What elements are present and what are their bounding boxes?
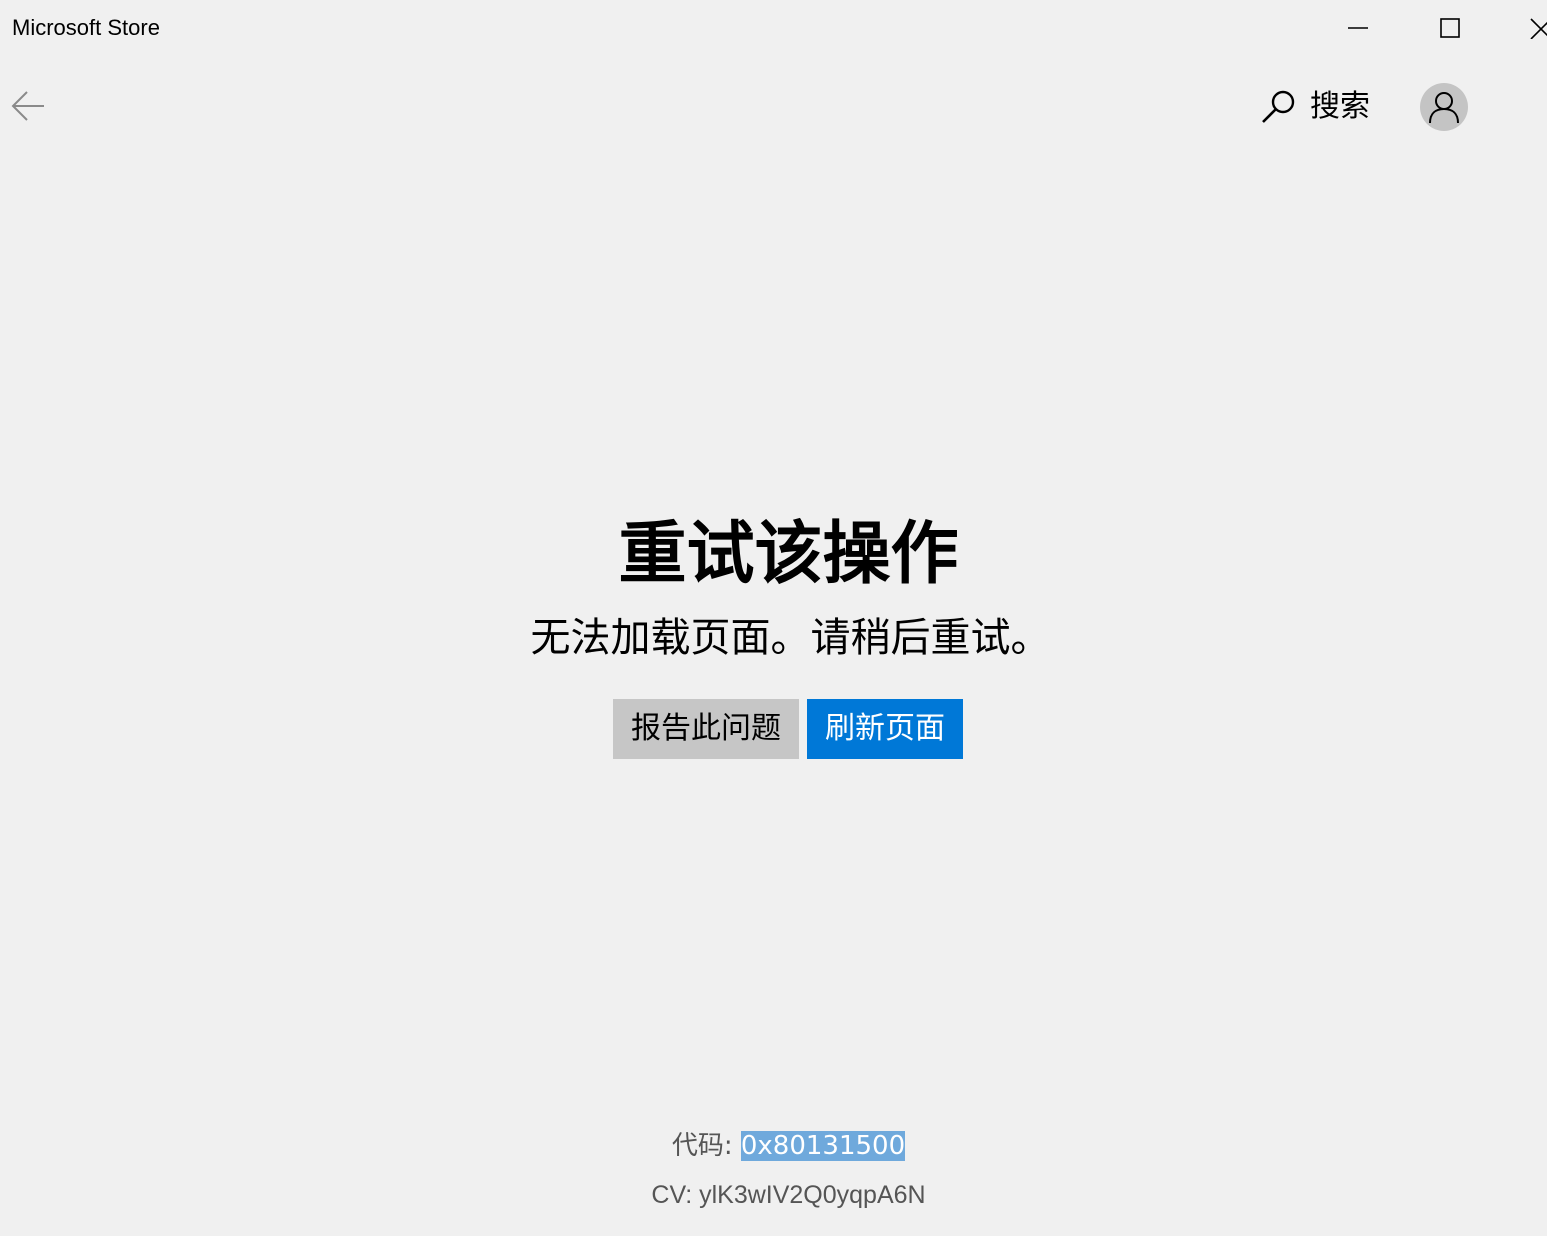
correlation-vector[interactable]: CV: ylK3wIV2Q0yqpA6N [0, 1177, 1547, 1213]
title-bar: Microsoft Store [0, 0, 1547, 56]
arrow-left-icon [11, 91, 44, 121]
error-code-label: 代码: [671, 1131, 741, 1161]
microsoft-store-window: Microsoft Store 搜索 重试该操作 无法加载页面。请稍后重试。 报… [0, 0, 1547, 1236]
close-icon [1530, 18, 1547, 39]
close-button[interactable] [1496, 0, 1547, 56]
minimize-button[interactable] [1312, 0, 1404, 56]
maximize-icon [1440, 18, 1460, 38]
search-icon [1262, 90, 1295, 123]
user-icon [1429, 92, 1459, 124]
account-avatar-button[interactable] [1420, 83, 1468, 131]
report-problem-button[interactable]: 报告此问题 [613, 699, 799, 759]
error-code-value[interactable]: 0x80131500 [740, 1131, 906, 1161]
navigation-bar: 搜索 [0, 56, 1547, 156]
search-button[interactable]: 搜索 [1258, 84, 1370, 130]
error-code-line: 代码: 0x80131500 [0, 1127, 1547, 1165]
app-title: Microsoft Store [12, 15, 160, 40]
refresh-page-button[interactable]: 刷新页面 [807, 699, 963, 759]
search-label: 搜索 [1310, 89, 1370, 124]
back-button[interactable] [6, 84, 50, 128]
error-message: 无法加载页面。请稍后重试。 [530, 615, 1051, 661]
minimize-icon [1348, 27, 1368, 29]
maximize-button[interactable] [1404, 0, 1496, 56]
error-title: 重试该操作 [618, 515, 959, 594]
